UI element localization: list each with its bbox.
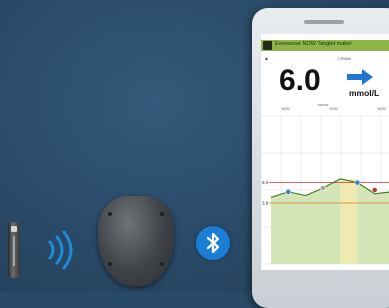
y-mark-label: 6.0 [262, 180, 269, 185]
glucose-trend-chart[interactable]: 1600 1000 1600 Yellow 6.0 3.9 [261, 104, 389, 270]
axis-label: 1600 [281, 106, 291, 111]
data-point [371, 187, 378, 193]
sensor-transmitter-icon [8, 222, 20, 278]
app-screen: Eversense NOW Tanglet maker ◆ 7:00AM 6.0… [261, 34, 389, 270]
data-point [354, 179, 361, 186]
status-icons: ◆ [265, 56, 269, 61]
receiver-dot [108, 262, 112, 266]
topbar-title: Eversense NOW Tanglet maker [275, 41, 352, 47]
axis-label: 1600 [377, 106, 387, 111]
glucose-reading: 6.0 [279, 64, 321, 97]
status-row: ◆ 7:00AM [265, 56, 389, 63]
smartphone: Eversense NOW Tanglet maker ◆ 7:00AM 6.0… [252, 8, 389, 308]
y-mark-label: 3.9 [262, 200, 269, 205]
trend-arrow-icon [347, 69, 373, 85]
app-topbar: Eversense NOW Tanglet maker [261, 40, 389, 51]
data-point [319, 185, 326, 192]
phone-speaker [304, 20, 344, 24]
glucose-unit: mmol/L [349, 88, 380, 98]
range-label: Yellow [317, 104, 329, 107]
bluetooth-icon [196, 226, 230, 260]
bluetooth-glyph [206, 232, 220, 254]
receiver-dot [160, 212, 164, 216]
menu-button[interactable] [263, 41, 272, 50]
axis-label: 1000 [329, 106, 339, 111]
receiver-dot [160, 262, 164, 266]
time-label: 7:00AM [337, 56, 351, 61]
receiver-dot [108, 212, 112, 216]
smart-transmitter-icon [98, 196, 174, 286]
data-point [285, 188, 292, 195]
highlight-band [340, 178, 358, 264]
wireless-signal-icon [48, 230, 73, 270]
